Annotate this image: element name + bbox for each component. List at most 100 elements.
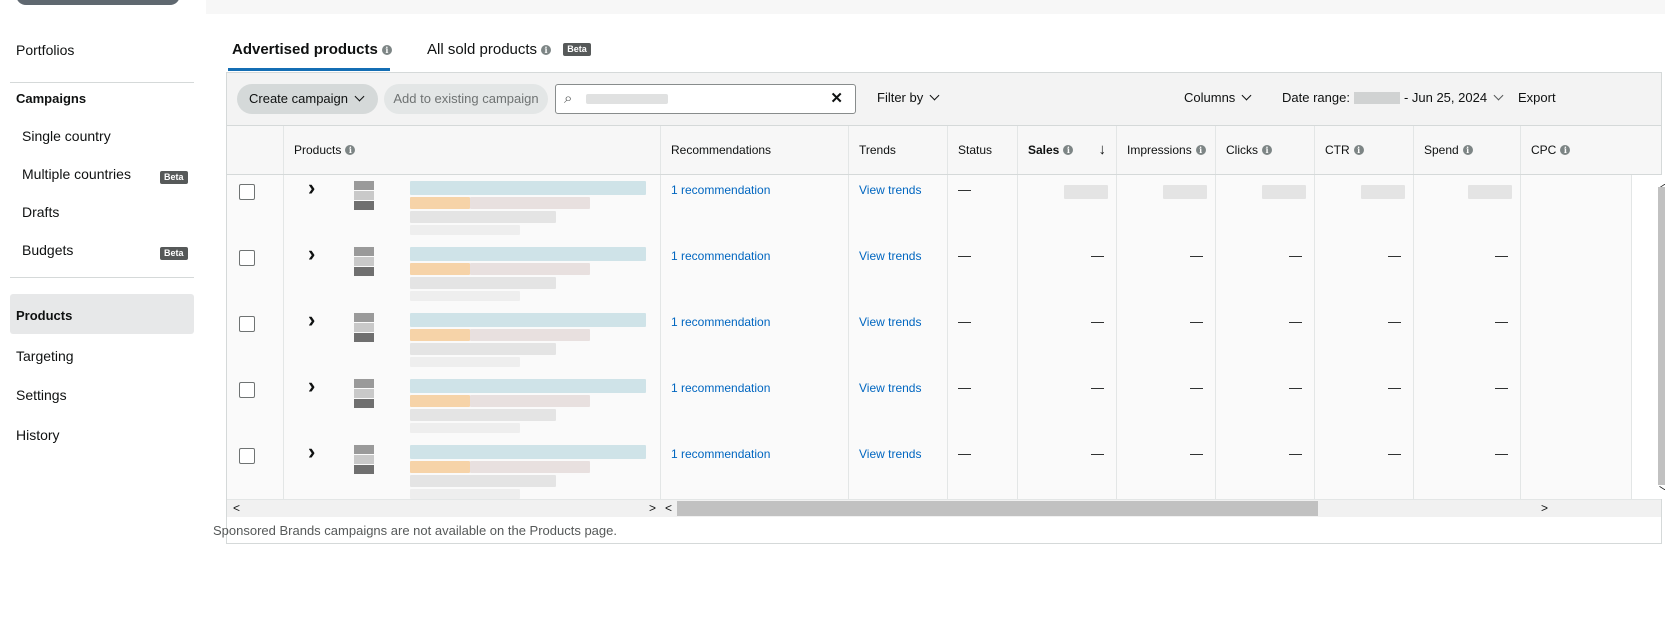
recommendation-link[interactable]: 1 recommendation bbox=[671, 183, 770, 197]
row-checkbox[interactable] bbox=[239, 184, 255, 200]
column-header-status[interactable]: Status bbox=[947, 126, 1017, 174]
trends-cell: View trends bbox=[848, 439, 947, 505]
product-title-redacted[interactable] bbox=[410, 277, 556, 289]
expand-chevron-icon[interactable]: › bbox=[308, 175, 315, 201]
view-trends-link[interactable]: View trends bbox=[859, 381, 921, 395]
row-checkbox[interactable] bbox=[239, 448, 255, 464]
sidebar-item-multiple-countries[interactable]: Multiple countries bbox=[22, 166, 131, 182]
product-title-redacted[interactable] bbox=[410, 263, 470, 275]
info-icon[interactable]: i bbox=[345, 145, 356, 155]
product-title-redacted[interactable] bbox=[410, 489, 520, 499]
product-title-redacted[interactable] bbox=[410, 313, 646, 327]
product-title-redacted[interactable] bbox=[410, 475, 556, 487]
row-checkbox[interactable] bbox=[239, 382, 255, 398]
info-icon[interactable]: i bbox=[381, 45, 392, 55]
product-title-redacted[interactable] bbox=[410, 357, 520, 367]
info-icon[interactable]: i bbox=[1063, 145, 1074, 155]
vertical-scrollbar[interactable]: ︿ ﹀ bbox=[1631, 175, 1665, 499]
thumbnail-pixel bbox=[354, 267, 374, 276]
sidebar-item-single-country[interactable]: Single country bbox=[22, 128, 111, 144]
product-title-redacted[interactable] bbox=[410, 197, 470, 209]
product-title-redacted[interactable] bbox=[410, 395, 470, 407]
view-trends-link[interactable]: View trends bbox=[859, 315, 921, 329]
product-title-redacted[interactable] bbox=[410, 225, 520, 235]
add-to-existing-campaign-button[interactable]: Add to existing campaign bbox=[384, 84, 548, 114]
product-title-redacted[interactable] bbox=[470, 461, 590, 473]
sidebar-top-button[interactable] bbox=[16, 0, 180, 5]
sidebar-item-drafts[interactable]: Drafts bbox=[22, 204, 59, 220]
product-title-redacted[interactable] bbox=[470, 197, 590, 209]
scroll-down-arrow-icon[interactable]: ﹀ bbox=[1659, 483, 1665, 499]
product-title-redacted[interactable] bbox=[410, 379, 646, 393]
info-icon[interactable]: i bbox=[1560, 145, 1571, 155]
horizontal-scrollbar[interactable]: < > < > bbox=[227, 499, 1661, 517]
product-title-redacted[interactable] bbox=[410, 423, 520, 433]
product-title-redacted[interactable] bbox=[410, 461, 470, 473]
info-icon[interactable]: i bbox=[1262, 145, 1272, 155]
info-icon[interactable]: i bbox=[1462, 145, 1473, 155]
recommendation-link[interactable]: 1 recommendation bbox=[671, 447, 770, 461]
scroll-left-arrow-icon[interactable]: < bbox=[233, 500, 240, 517]
product-title-redacted[interactable] bbox=[470, 263, 590, 275]
clicks-value-redacted bbox=[1262, 185, 1306, 199]
close-icon[interactable]: ✕ bbox=[830, 89, 843, 107]
sort-descending-icon[interactable]: ↓ bbox=[1099, 126, 1107, 174]
expand-chevron-icon[interactable]: › bbox=[308, 373, 315, 399]
view-trends-link[interactable]: View trends bbox=[859, 249, 921, 263]
column-header-spend[interactable]: Spend i bbox=[1413, 126, 1520, 174]
footnote: Sponsored Brands campaigns are not avail… bbox=[213, 523, 617, 538]
sidebar-item-budgets[interactable]: Budgets bbox=[22, 242, 73, 258]
tab-all-sold-products[interactable]: All sold products i Beta bbox=[427, 41, 591, 58]
product-title-redacted[interactable] bbox=[410, 247, 646, 261]
product-title-redacted[interactable] bbox=[410, 291, 520, 301]
product-title-redacted[interactable] bbox=[410, 329, 470, 341]
product-title-redacted[interactable] bbox=[410, 445, 646, 459]
sidebar-item-history[interactable]: History bbox=[16, 427, 60, 443]
column-header-cpc[interactable]: CPC i bbox=[1520, 126, 1631, 174]
product-title-redacted[interactable] bbox=[410, 181, 646, 195]
view-trends-link[interactable]: View trends bbox=[859, 447, 921, 461]
vertical-scrollbar-thumb[interactable] bbox=[1658, 187, 1665, 485]
expand-chevron-icon[interactable]: › bbox=[308, 241, 315, 267]
column-header-sales[interactable]: Sales i ↓ bbox=[1017, 126, 1116, 174]
scroll-left-arrow-icon[interactable]: < bbox=[665, 500, 672, 517]
info-icon[interactable]: i bbox=[1353, 145, 1364, 155]
scroll-right-arrow-icon[interactable]: > bbox=[1541, 500, 1548, 517]
cpc-cell bbox=[1520, 307, 1631, 373]
row-checkbox[interactable] bbox=[239, 316, 255, 332]
sidebar-item-targeting[interactable]: Targeting bbox=[16, 348, 74, 364]
sales-cell: — bbox=[1017, 373, 1116, 439]
horizontal-scrollbar-thumb[interactable] bbox=[677, 501, 1318, 516]
product-title-redacted[interactable] bbox=[470, 395, 590, 407]
columns-dropdown[interactable]: Columns bbox=[1184, 90, 1252, 105]
view-trends-link[interactable]: View trends bbox=[859, 183, 921, 197]
column-header-impressions[interactable]: Impressions i bbox=[1116, 126, 1215, 174]
column-header-products[interactable]: Products i bbox=[283, 126, 660, 174]
recommendation-link[interactable]: 1 recommendation bbox=[671, 381, 770, 395]
sidebar-item-settings[interactable]: Settings bbox=[16, 387, 67, 403]
create-campaign-button[interactable]: Create campaign bbox=[237, 84, 378, 114]
info-icon[interactable]: i bbox=[541, 45, 552, 55]
column-header-ctr[interactable]: CTR i bbox=[1314, 126, 1413, 174]
scroll-right-arrow-icon[interactable]: > bbox=[649, 500, 656, 517]
tab-advertised-products[interactable]: Advertised products i bbox=[232, 41, 392, 58]
info-icon[interactable]: i bbox=[1195, 145, 1206, 155]
filter-by-dropdown[interactable]: Filter by bbox=[877, 90, 940, 105]
product-title-redacted[interactable] bbox=[470, 329, 590, 341]
expand-chevron-icon[interactable]: › bbox=[308, 439, 315, 465]
sidebar-item-portfolios[interactable]: Portfolios bbox=[16, 42, 74, 58]
recommendation-link[interactable]: 1 recommendation bbox=[671, 315, 770, 329]
recommendation-link[interactable]: 1 recommendation bbox=[671, 249, 770, 263]
product-title-redacted[interactable] bbox=[410, 211, 556, 223]
date-range-dropdown[interactable]: Date range: - Jun 25, 2024 bbox=[1282, 90, 1504, 105]
expand-chevron-icon[interactable]: › bbox=[308, 307, 315, 333]
column-header-trends[interactable]: Trends bbox=[848, 126, 947, 174]
sidebar-item-products[interactable]: Products bbox=[16, 308, 72, 323]
export-button[interactable]: Export bbox=[1518, 90, 1556, 105]
product-title-redacted[interactable] bbox=[410, 343, 556, 355]
row-checkbox[interactable] bbox=[239, 250, 255, 266]
product-title-redacted[interactable] bbox=[410, 409, 556, 421]
column-header-clicks[interactable]: Clicks i bbox=[1215, 126, 1314, 174]
sidebar-section-campaigns[interactable]: Campaigns bbox=[16, 91, 86, 106]
column-header-recommendations[interactable]: Recommendations bbox=[660, 126, 848, 174]
